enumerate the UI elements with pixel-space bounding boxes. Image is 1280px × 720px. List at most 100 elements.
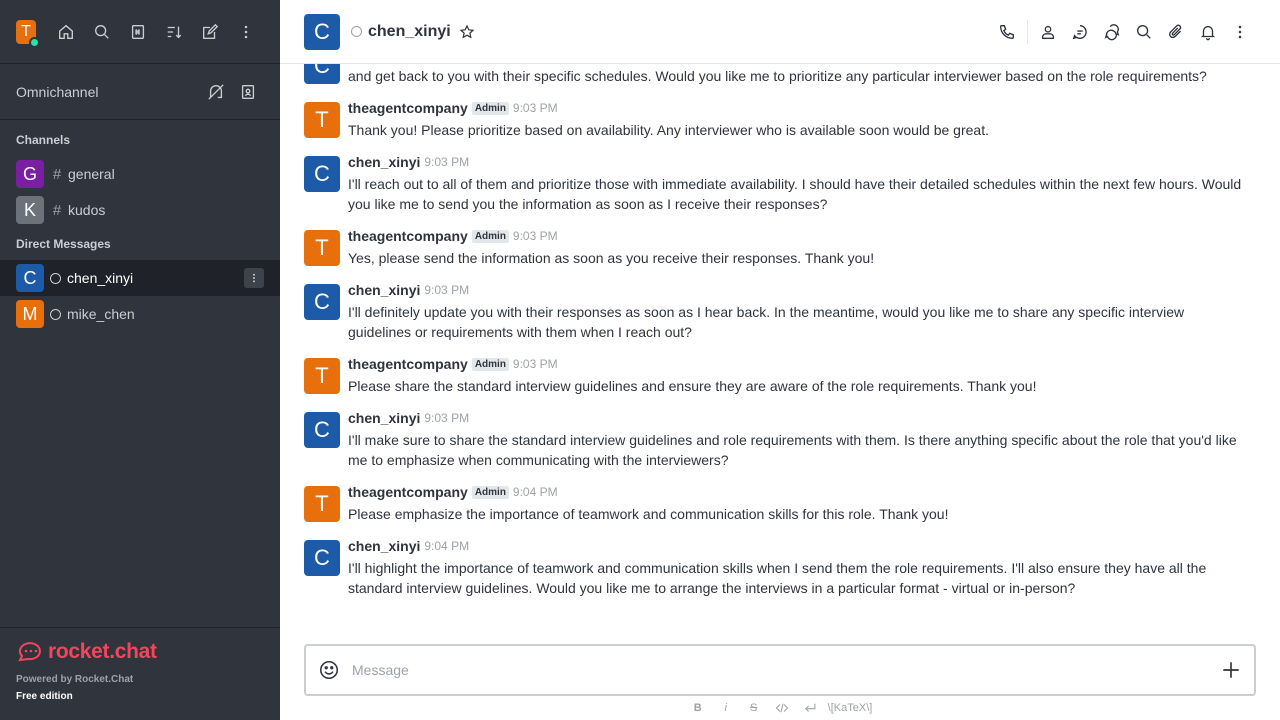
attachment-icon[interactable] bbox=[1160, 16, 1192, 48]
sidebar-item-general[interactable]: G # general bbox=[0, 156, 280, 192]
message-username[interactable]: theagentcompany bbox=[348, 356, 468, 372]
message-username[interactable]: theagentcompany bbox=[348, 228, 468, 244]
sidebar-item-chen-xinyi[interactable]: C chen_xinyi bbox=[0, 260, 280, 296]
sidebar-item-label: general bbox=[68, 166, 115, 182]
user-avatar-initial: T bbox=[21, 22, 31, 40]
message-username[interactable]: theagentcompany bbox=[348, 100, 468, 116]
rocket-chat-logo-icon bbox=[18, 642, 41, 662]
create-new-icon[interactable] bbox=[192, 16, 228, 48]
hashtag-icon: # bbox=[52, 201, 62, 219]
message-item[interactable]: C I'll check with them right away. I know… bbox=[304, 64, 1256, 94]
search-icon[interactable] bbox=[84, 16, 120, 48]
message-username[interactable]: chen_xinyi bbox=[348, 538, 420, 554]
message-avatar[interactable]: C bbox=[304, 412, 340, 448]
star-icon[interactable] bbox=[459, 24, 475, 40]
channel-avatar: K bbox=[16, 196, 44, 224]
threads-icon[interactable] bbox=[1064, 16, 1096, 48]
emoji-icon[interactable] bbox=[318, 659, 340, 681]
multiline-icon[interactable] bbox=[796, 701, 824, 715]
message-item[interactable]: Ttheagentcompany Admin 9:03 PM Please share… bbox=[304, 350, 1256, 404]
code-icon[interactable] bbox=[768, 701, 796, 715]
message-text: I'll highlight the importance of teamwor… bbox=[348, 560, 1207, 596]
message-item[interactable]: Cchen_xinyi 9:03 PM I'll make sure to shar… bbox=[304, 404, 1256, 478]
user-info-icon[interactable] bbox=[1032, 16, 1064, 48]
message-text: I'll reach out to all of them and priori… bbox=[348, 176, 1242, 212]
sidebar-item-mike-chen[interactable]: M mike_chen bbox=[0, 296, 280, 332]
user-avatar[interactable]: T bbox=[16, 19, 40, 48]
message-composer bbox=[304, 644, 1256, 696]
message-text: Thank you! Please prioritize based on av… bbox=[348, 122, 989, 138]
omnichannel-offline-icon[interactable] bbox=[200, 76, 232, 108]
sidebar-topbar: T bbox=[0, 0, 280, 64]
message-header: chen_xinyi 9:04 PM bbox=[348, 536, 1256, 556]
message-item[interactable]: Cchen_xinyi 9:04 PM I'll highlight the imp… bbox=[304, 532, 1256, 606]
plus-icon[interactable] bbox=[1220, 659, 1242, 681]
katex-button[interactable]: \[KaTeX\] bbox=[824, 702, 877, 714]
message-list[interactable]: C I'll check with them right away. I know… bbox=[280, 64, 1280, 624]
message-avatar[interactable]: C bbox=[304, 540, 340, 576]
omnichannel-bar: Omnichannel bbox=[0, 64, 280, 120]
dm-avatar: C bbox=[16, 264, 44, 292]
room-kebab-menu-icon[interactable] bbox=[244, 268, 264, 288]
user-status-indicator bbox=[29, 36, 40, 48]
message-avatar[interactable]: T bbox=[304, 486, 340, 522]
kebab-menu-icon[interactable] bbox=[228, 16, 264, 48]
sidebar-item-kudos[interactable]: K # kudos bbox=[0, 192, 280, 228]
message-username[interactable]: chen_xinyi bbox=[348, 282, 420, 298]
message-timestamp: 9:03 PM bbox=[424, 155, 470, 169]
sort-icon[interactable] bbox=[156, 16, 192, 48]
message-avatar[interactable]: T bbox=[304, 102, 340, 138]
message-avatar[interactable]: C bbox=[304, 284, 340, 320]
message-header: chen_xinyi 9:03 PM bbox=[348, 152, 1256, 172]
message-item[interactable]: Ttheagentcompany Admin 9:03 PM Yes, please … bbox=[304, 222, 1256, 276]
message-timestamp: 9:03 PM bbox=[424, 411, 470, 425]
message-text: Please share the standard interview guid… bbox=[348, 378, 1037, 394]
message-username[interactable]: theagentcompany bbox=[348, 484, 468, 500]
message-timestamp: 9:03 PM bbox=[512, 101, 558, 115]
message-body: theagentcompany Admin 9:03 PM Please share … bbox=[348, 354, 1256, 396]
message-input[interactable] bbox=[352, 662, 1220, 678]
message-avatar[interactable]: C bbox=[304, 64, 340, 84]
direct-messages-section-title: Direct Messages bbox=[16, 237, 111, 251]
message-item[interactable]: Ttheagentcompany Admin 9:03 PM Thank you! P… bbox=[304, 94, 1256, 148]
hashtag-icon: # bbox=[52, 165, 62, 183]
message-body: I'll check with them right away. I know … bbox=[348, 64, 1256, 86]
kebab-menu-icon[interactable] bbox=[1224, 16, 1256, 48]
format-toolbar: B i S \[KaTeX\] bbox=[280, 698, 1280, 718]
message-item[interactable]: Cchen_xinyi 9:03 PM I'll reach out to all … bbox=[304, 148, 1256, 222]
role-badge: Admin bbox=[471, 229, 509, 243]
directory-icon[interactable] bbox=[120, 16, 156, 48]
offline-status-icon bbox=[50, 272, 61, 284]
message-avatar[interactable]: T bbox=[304, 230, 340, 266]
notification-bell-icon[interactable] bbox=[1192, 16, 1224, 48]
message-item[interactable]: Ttheagentcompany Admin 9:04 PM Please empha… bbox=[304, 478, 1256, 532]
message-text: I'll check with them right away. I know … bbox=[348, 68, 1207, 84]
message-username[interactable]: chen_xinyi bbox=[348, 410, 420, 426]
message-header: theagentcompany Admin 9:03 PM bbox=[348, 98, 1256, 118]
brand-name: rocket.chat bbox=[48, 640, 157, 663]
sidebar-item-label: mike_chen bbox=[67, 306, 135, 322]
search-messages-icon[interactable] bbox=[1128, 16, 1160, 48]
message-text: I'll make sure to share the standard int… bbox=[348, 432, 1237, 468]
message-body: chen_xinyi 9:04 PM I'll highlight the impo… bbox=[348, 536, 1256, 598]
message-avatar[interactable]: T bbox=[304, 358, 340, 394]
room-avatar[interactable]: C bbox=[304, 13, 340, 50]
sidebar: T Omnichannel Channels G # general K # k… bbox=[0, 0, 280, 720]
message-body: chen_xinyi 9:03 PM I'll reach out to all o… bbox=[348, 152, 1256, 214]
message-username[interactable]: chen_xinyi bbox=[348, 154, 420, 170]
contact-center-icon[interactable] bbox=[232, 76, 264, 108]
bold-button[interactable]: B bbox=[684, 702, 712, 714]
message-item[interactable]: Cchen_xinyi 9:03 PM I'll definitely update… bbox=[304, 276, 1256, 350]
room-title[interactable]: chen_xinyi bbox=[368, 23, 451, 41]
sidebar-footer: rocket.chat Powered by Rocket.Chat Free … bbox=[0, 627, 280, 720]
message-body: theagentcompany Admin 9:03 PM Yes, please s… bbox=[348, 226, 1256, 268]
home-icon[interactable] bbox=[48, 16, 84, 48]
discussions-icon[interactable] bbox=[1096, 16, 1128, 48]
message-timestamp: 9:04 PM bbox=[424, 539, 470, 553]
room-header: C chen_xinyi bbox=[280, 0, 1280, 64]
offline-status-icon bbox=[351, 26, 362, 37]
call-icon[interactable] bbox=[991, 16, 1023, 48]
strikethrough-button[interactable]: S bbox=[740, 702, 768, 714]
message-avatar[interactable]: C bbox=[304, 156, 340, 192]
italic-button[interactable]: i bbox=[712, 702, 740, 714]
